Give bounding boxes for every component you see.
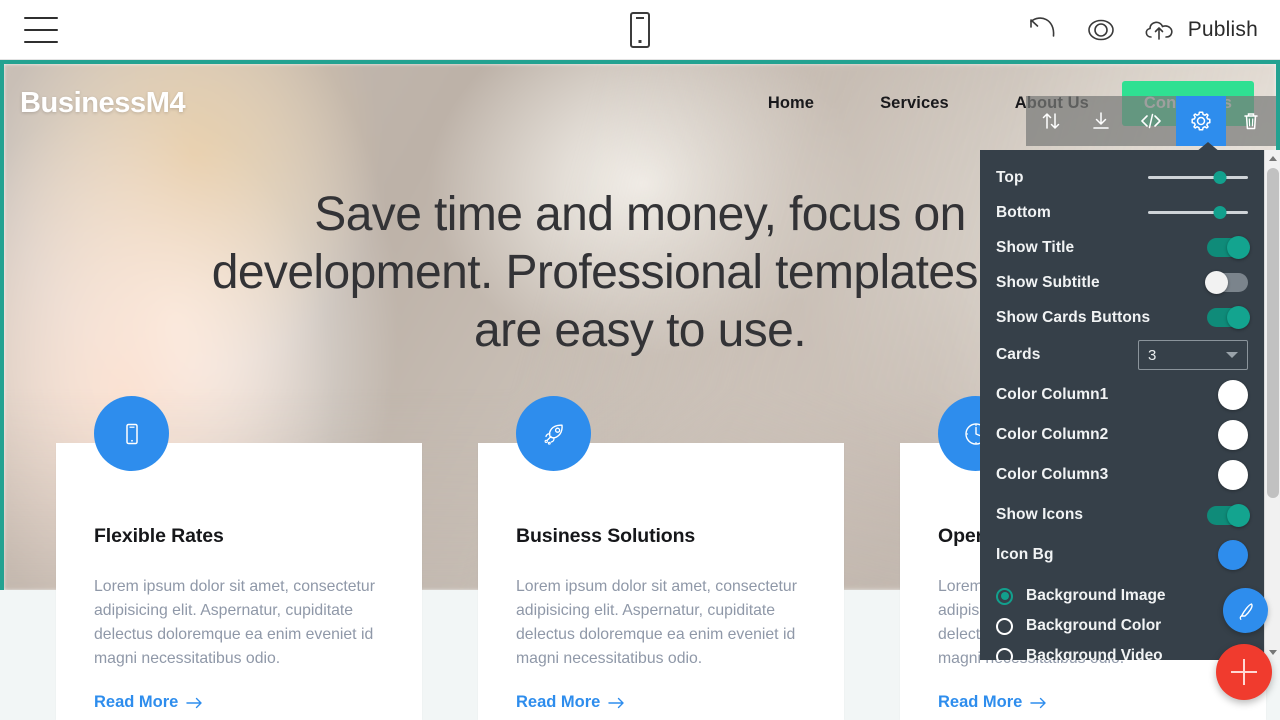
setting-label: Color Column2 xyxy=(996,426,1109,443)
radio-unselected-icon xyxy=(996,647,1013,660)
setting-label: Show Subtitle xyxy=(996,273,1100,291)
setting-label: Show Title xyxy=(996,238,1075,256)
setting-label: Show Cards Buttons xyxy=(996,308,1151,326)
editor-window: Publish BusinessM4 Home Services About U… xyxy=(0,0,1280,720)
code-brackets-icon[interactable] xyxy=(1126,96,1176,146)
cards-count-value: 3 xyxy=(1148,346,1157,364)
show-cards-buttons-toggle[interactable] xyxy=(1207,306,1250,329)
setting-row-color-column1: Color Column1 xyxy=(980,375,1264,415)
block-toolbar xyxy=(1026,96,1276,146)
trash-icon[interactable] xyxy=(1226,96,1276,146)
card-flexible-rates[interactable]: Flexible Rates Lorem ipsum dolor sit ame… xyxy=(56,396,422,720)
gear-icon[interactable] xyxy=(1176,96,1226,146)
card-link-label: Read More xyxy=(94,693,179,711)
color-column2-swatch[interactable] xyxy=(1218,420,1248,450)
rocket-icon xyxy=(516,396,591,471)
setting-row-color-column3: Color Column3 xyxy=(980,455,1264,495)
setting-row-show-cards-buttons: Show Cards Buttons xyxy=(980,300,1264,335)
editor-topbar: Publish xyxy=(0,0,1280,60)
pen-brush-icon[interactable] xyxy=(1223,588,1268,633)
slider-thumb[interactable] xyxy=(1213,171,1227,184)
cloud-upload-icon xyxy=(1142,16,1180,44)
setting-row-cards: Cards 3 xyxy=(980,335,1264,375)
card-read-more-link[interactable]: Read More xyxy=(938,693,1048,712)
setting-label: Color Column3 xyxy=(996,466,1109,483)
radio-label: Background Image xyxy=(1026,587,1166,604)
card-read-more-link[interactable]: Read More xyxy=(516,693,626,712)
radio-background-image[interactable]: Background Image xyxy=(980,581,1264,611)
arrow-right-icon xyxy=(1030,697,1047,708)
arrow-right-icon xyxy=(186,697,203,708)
card-title: Business Solutions xyxy=(516,525,696,547)
setting-row-bottom: Bottom xyxy=(980,195,1264,230)
add-block-button[interactable] xyxy=(1216,644,1272,700)
card-business-solutions[interactable]: Business Solutions Lorem ipsum dolor sit… xyxy=(478,396,844,720)
setting-label: Cards xyxy=(996,346,1041,363)
card-title: Flexible Rates xyxy=(94,525,224,547)
undo-icon[interactable] xyxy=(1026,15,1060,45)
setting-row-top: Top xyxy=(980,160,1264,195)
plus-icon xyxy=(1242,659,1246,685)
publish-button[interactable]: Publish xyxy=(1142,16,1258,44)
bottom-padding-slider[interactable] xyxy=(1148,205,1248,221)
arrow-right-icon xyxy=(608,697,625,708)
mobile-phone-icon xyxy=(94,396,169,471)
eye-preview-icon[interactable] xyxy=(1082,16,1120,44)
radio-selected-icon xyxy=(996,587,1013,605)
card-link-label: Read More xyxy=(938,693,1023,711)
slider-track xyxy=(1148,176,1248,179)
setting-row-show-subtitle: Show Subtitle xyxy=(980,265,1264,300)
radio-label: Background Color xyxy=(1026,617,1162,634)
card-link-label: Read More xyxy=(516,693,601,711)
card-text: Lorem ipsum dolor sit amet, consectetur … xyxy=(516,578,797,667)
publish-label: Publish xyxy=(1187,17,1258,41)
toggle-knob xyxy=(1227,306,1250,329)
card-read-more-link[interactable]: Read More xyxy=(94,693,204,712)
settings-panel-caret xyxy=(1196,142,1220,152)
chevron-down-icon xyxy=(1226,352,1238,358)
slider-track xyxy=(1148,211,1248,214)
settings-panel-scrollbar[interactable] xyxy=(1264,150,1280,660)
setting-row-icon-bg: Icon Bg xyxy=(980,535,1264,575)
top-padding-slider[interactable] xyxy=(1148,170,1248,186)
block-settings-panel: Top Bottom Show Title Show Subtitle Show… xyxy=(980,150,1280,660)
radio-background-color[interactable]: Background Color xyxy=(980,611,1264,641)
nav-link-home[interactable]: Home xyxy=(735,94,847,113)
setting-row-show-title: Show Title xyxy=(980,230,1264,265)
scrollbar-thumb[interactable] xyxy=(1267,168,1279,498)
setting-label: Color Column1 xyxy=(996,386,1109,403)
setting-label: Top xyxy=(996,168,1024,186)
setting-row-color-column2: Color Column2 xyxy=(980,415,1264,455)
radio-unselected-icon xyxy=(996,617,1013,635)
toggle-knob xyxy=(1227,503,1250,527)
cards-count-select[interactable]: 3 xyxy=(1138,340,1248,370)
radio-label: Background Video xyxy=(1026,647,1163,660)
up-down-arrows-icon[interactable] xyxy=(1026,96,1076,146)
scroll-up-arrow-icon[interactable] xyxy=(1265,150,1280,166)
setting-label: Bottom xyxy=(996,203,1051,221)
nav-link-services[interactable]: Services xyxy=(847,94,982,113)
slider-thumb[interactable] xyxy=(1213,206,1227,219)
toggle-knob xyxy=(1227,236,1250,259)
topbar-actions: Publish xyxy=(1026,15,1258,45)
setting-row-show-icons: Show Icons xyxy=(980,495,1264,535)
color-column3-swatch[interactable] xyxy=(1218,460,1248,490)
download-icon[interactable] xyxy=(1076,96,1126,146)
setting-label: Show Icons xyxy=(996,506,1084,523)
toggle-knob xyxy=(1205,271,1228,294)
settings-panel-body: Top Bottom Show Title Show Subtitle Show… xyxy=(980,150,1264,660)
show-title-toggle[interactable] xyxy=(1207,236,1250,259)
color-column1-swatch[interactable] xyxy=(1218,380,1248,410)
mobile-preview-icon[interactable] xyxy=(630,11,650,48)
show-subtitle-toggle[interactable] xyxy=(1205,271,1248,294)
show-icons-toggle[interactable] xyxy=(1207,503,1250,527)
site-brand[interactable]: BusinessM4 xyxy=(20,87,186,120)
setting-label: Icon Bg xyxy=(996,546,1054,563)
card-text: Lorem ipsum dolor sit amet, consectetur … xyxy=(94,578,375,667)
icon-bg-swatch[interactable] xyxy=(1218,540,1248,570)
